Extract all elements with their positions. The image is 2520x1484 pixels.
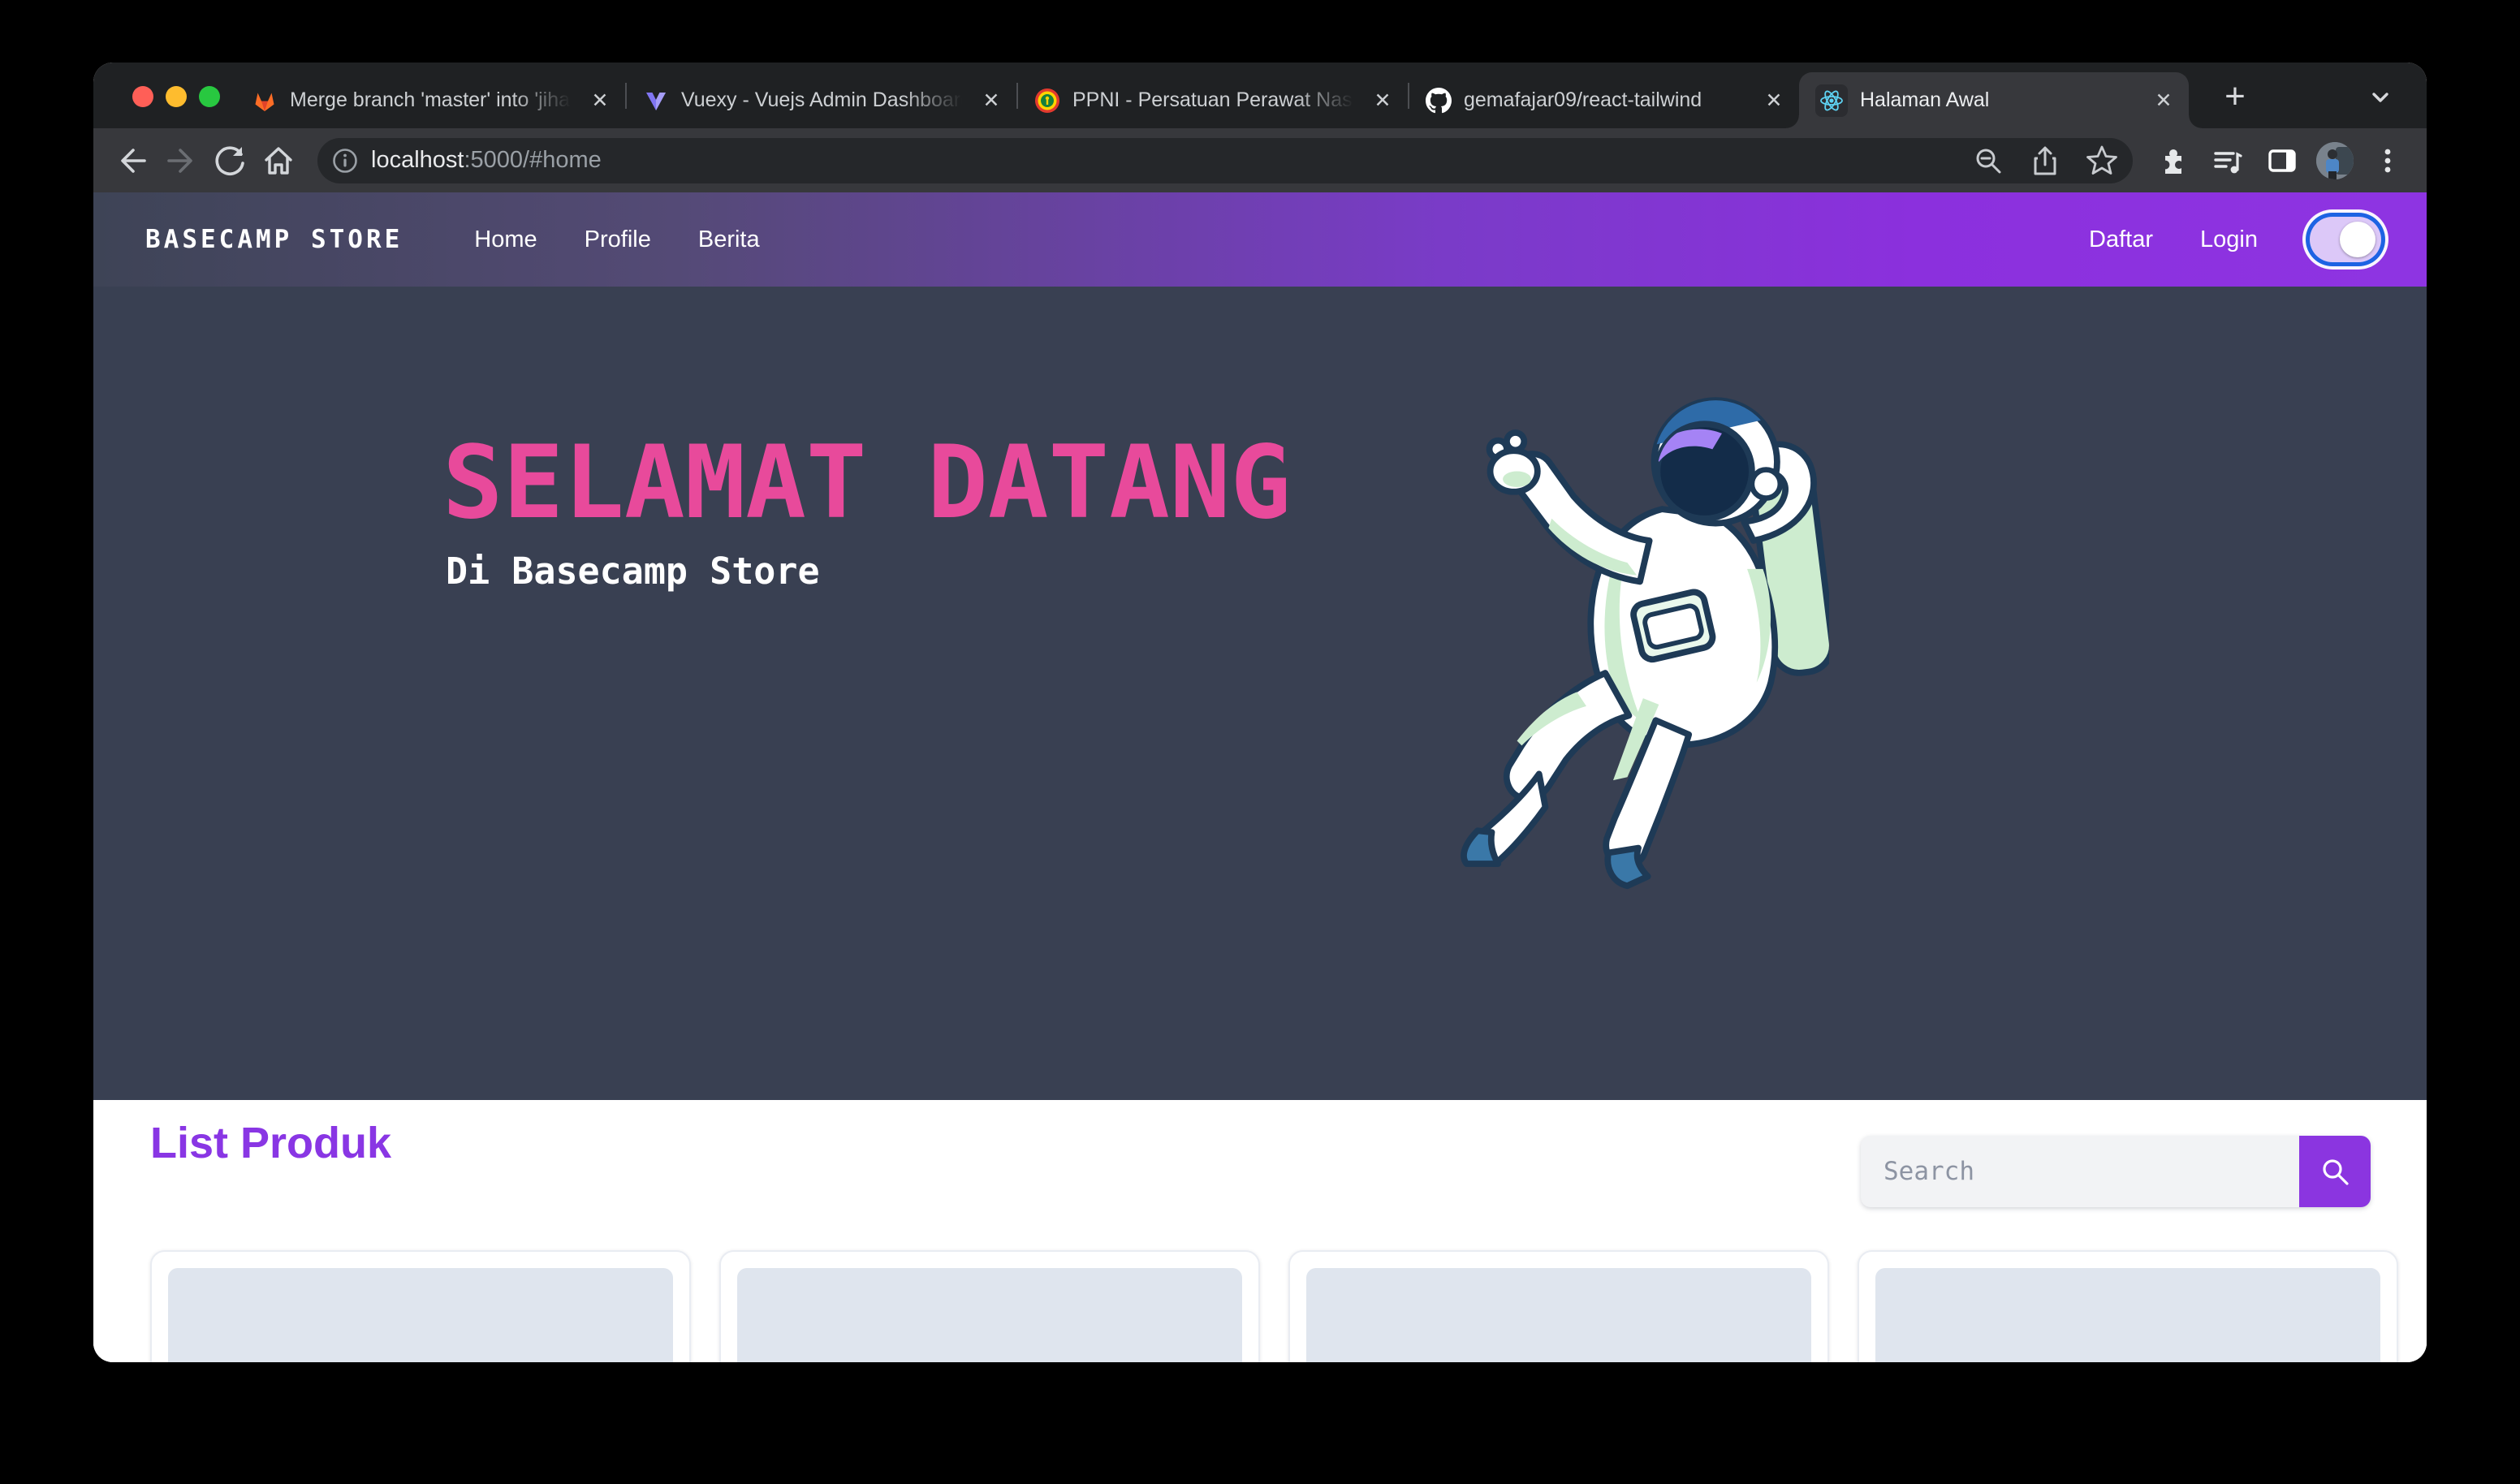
hero-title: SELAMAT DATANG (442, 429, 1291, 538)
back-icon[interactable] (111, 140, 153, 182)
product-card[interactable] (1288, 1250, 1829, 1362)
bookmark-star-icon[interactable] (2079, 138, 2125, 183)
nav-link-login[interactable]: Login (2200, 226, 2258, 253)
browser-menu-dots-icon[interactable] (2367, 140, 2409, 182)
nav-link-home[interactable]: Home (474, 226, 537, 253)
site-navbar: BASECAMP STORE Home Profile Berita Dafta… (93, 192, 2427, 287)
ppni-icon (1034, 88, 1060, 114)
search-button[interactable] (2299, 1136, 2371, 1207)
github-icon (1426, 88, 1452, 114)
close-window-button[interactable] (132, 86, 153, 107)
product-image-placeholder (168, 1268, 673, 1362)
search-icon (2317, 1154, 2353, 1189)
astronaut-illustration (1451, 390, 1829, 905)
tabs-container: Merge branch 'master' into 'jiha ✕ Vuexy… (235, 63, 2189, 128)
tab-halaman-awal-active[interactable]: Halaman Awal ✕ (1799, 72, 2189, 128)
toggle-knob (2340, 222, 2375, 257)
nav-link-profile[interactable]: Profile (585, 226, 651, 253)
url-path: :5000/#home (464, 147, 601, 173)
close-tab-icon[interactable]: ✕ (2150, 87, 2177, 114)
tab-github-react-tailwind[interactable]: gemafajar09/react-tailwind ✕ (1409, 72, 1799, 128)
theme-toggle-switch[interactable] (2310, 217, 2381, 262)
tab-strip: Merge branch 'master' into 'jiha ✕ Vuexy… (93, 63, 2427, 128)
product-card[interactable] (1858, 1250, 2398, 1362)
tab-search-chevron-icon[interactable] (2367, 84, 2394, 111)
extensions-puzzle-icon[interactable] (2151, 140, 2193, 182)
web-page: BASECAMP STORE Home Profile Berita Dafta… (93, 192, 2427, 1362)
tab-title: gemafajar09/react-tailwind (1464, 88, 1748, 112)
side-panel-icon[interactable] (2261, 140, 2303, 182)
new-tab-button[interactable]: + (2214, 75, 2256, 118)
tab-title: PPNI - Persatuan Perawat Nasio (1072, 88, 1357, 112)
profile-avatar[interactable] (2316, 142, 2354, 179)
tab-title: Halaman Awal (1860, 88, 2138, 112)
tab-gitlab-merge-branch[interactable]: Merge branch 'master' into 'jiha ✕ (235, 72, 625, 128)
share-icon[interactable] (2022, 138, 2068, 183)
zoom-window-button[interactable] (199, 86, 220, 107)
minimize-window-button[interactable] (166, 86, 187, 107)
home-icon[interactable] (257, 140, 300, 182)
window-controls (132, 86, 220, 107)
products-heading: List Produk (150, 1118, 391, 1168)
react-icon (1819, 88, 1845, 114)
close-tab-icon[interactable]: ✕ (586, 87, 614, 114)
address-bar[interactable]: localhost:5000/#home (317, 138, 2133, 183)
url-text: localhost:5000/#home (371, 147, 602, 174)
product-search (1861, 1136, 2371, 1207)
search-input[interactable] (1861, 1136, 2299, 1207)
tab-vuexy-dashboard[interactable]: Vuexy - Vuejs Admin Dashboard ✕ (627, 72, 1016, 128)
close-tab-icon[interactable]: ✕ (1760, 87, 1788, 114)
hero-section: SELAMAT DATANG Di Basecamp Store (93, 287, 2427, 1100)
close-tab-icon[interactable]: ✕ (1369, 87, 1396, 114)
vuexy-icon (643, 88, 669, 114)
forward-icon[interactable] (160, 140, 202, 182)
nav-link-berita[interactable]: Berita (698, 226, 760, 253)
reload-icon[interactable] (209, 140, 251, 182)
product-image-placeholder (737, 1268, 1242, 1362)
url-host: localhost (371, 147, 464, 173)
gitlab-icon (252, 88, 278, 114)
media-controls-icon[interactable] (2206, 140, 2248, 182)
browser-window: Merge branch 'master' into 'jiha ✕ Vuexy… (93, 63, 2427, 1362)
browser-toolbar: localhost:5000/#home (93, 128, 2427, 192)
tab-title: Vuexy - Vuejs Admin Dashboard (681, 88, 965, 112)
products-section: List Produk (93, 1100, 2427, 1362)
brand-logo-text[interactable]: BASECAMP STORE (145, 225, 403, 254)
zoom-out-icon[interactable] (1966, 138, 2011, 183)
nav-link-daftar[interactable]: Daftar (2089, 226, 2153, 253)
product-image-placeholder (1875, 1268, 2380, 1362)
site-info-icon[interactable] (330, 146, 360, 175)
tab-ppni[interactable]: PPNI - Persatuan Perawat Nasio ✕ (1018, 72, 1408, 128)
screenshot-stage: Merge branch 'master' into 'jiha ✕ Vuexy… (0, 0, 2520, 1484)
product-image-placeholder (1306, 1268, 1811, 1362)
hero-subtitle: Di Basecamp Store (446, 550, 1291, 593)
tab-title: Merge branch 'master' into 'jiha (290, 88, 574, 112)
close-tab-icon[interactable]: ✕ (977, 87, 1005, 114)
product-card-grid (150, 1250, 2398, 1362)
product-card[interactable] (150, 1250, 691, 1362)
product-card[interactable] (719, 1250, 1260, 1362)
